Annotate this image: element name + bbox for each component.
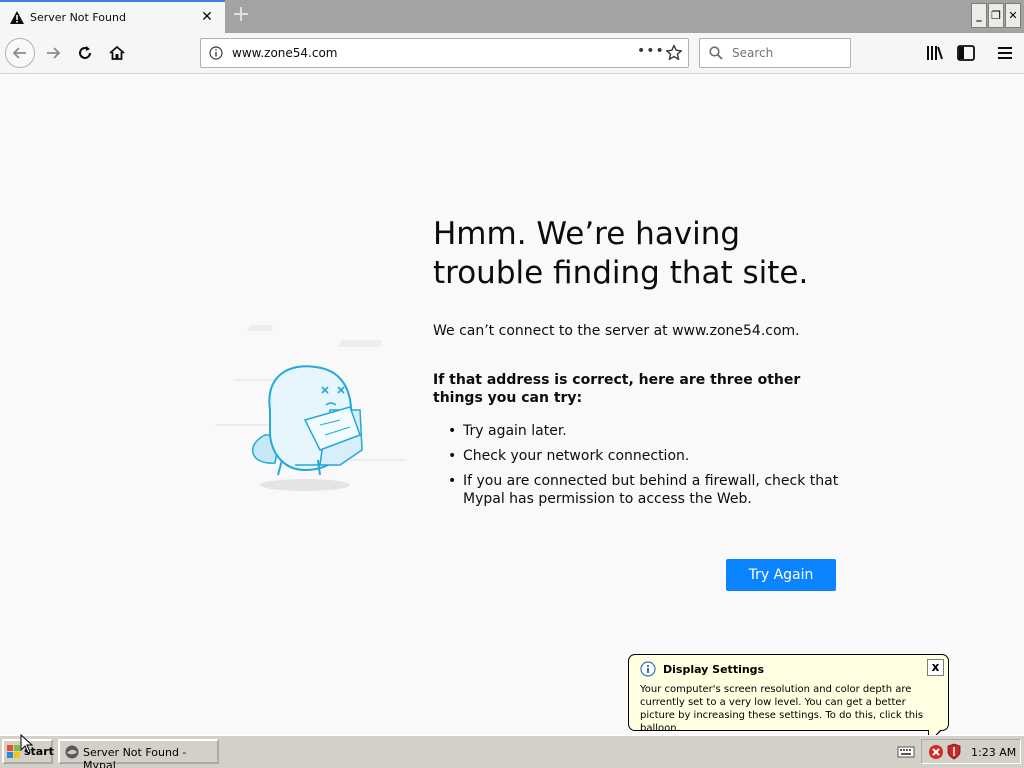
search-box[interactable]: Search	[699, 38, 851, 68]
balloon-title: Display Settings	[663, 663, 765, 676]
list-item: Try again later.	[448, 422, 848, 440]
system-tray: 1:23 AM	[921, 739, 1021, 764]
reload-icon	[79, 46, 91, 59]
minimize-button[interactable]: _	[971, 3, 987, 28]
library-icon[interactable]	[925, 43, 945, 63]
balloon-close-button[interactable]: x	[927, 659, 944, 676]
suggestions-list: Try again later. Check your network conn…	[448, 422, 848, 515]
error-description: We can’t connect to the server at www.zo…	[433, 323, 800, 339]
display-settings-balloon[interactable]: Display Settings x Your computer's scree…	[628, 654, 949, 744]
navigation-toolbar: www.zone54.com ••• Search	[0, 33, 1024, 74]
back-button[interactable]	[5, 38, 35, 68]
balloon-text[interactable]: Your computer's screen resolution and co…	[640, 683, 940, 735]
forward-button[interactable]	[39, 39, 67, 67]
page-actions-icon[interactable]: •••	[637, 43, 665, 59]
taskbar-item-label: Server Not Found - Mypal	[83, 746, 187, 768]
error-page: Hmm. We’re having trouble finding that s…	[0, 75, 1024, 735]
mouse-cursor-icon	[20, 734, 34, 754]
back-arrow-icon	[12, 47, 26, 59]
taskbar: start Server Not Found - Mypal 1:23 AM	[0, 735, 1024, 768]
sidebar-icon[interactable]	[956, 43, 976, 63]
home-button[interactable]	[103, 39, 131, 67]
search-icon	[709, 46, 723, 60]
info-icon	[640, 661, 656, 677]
close-button[interactable]: ✕	[1005, 3, 1021, 28]
clock: 1:23 AM	[971, 746, 1017, 759]
home-icon	[109, 45, 125, 60]
forward-arrow-icon	[47, 47, 61, 59]
tab-title: Server Not Found	[30, 11, 126, 24]
search-placeholder: Search	[732, 46, 774, 60]
suggestions-heading: If that address is correct, here are thr…	[433, 372, 801, 406]
browser-tab[interactable]: Server Not Found ✕	[0, 0, 225, 33]
list-item: If you are connected but behind a firewa…	[448, 472, 848, 508]
tab-close-icon[interactable]: ✕	[199, 9, 215, 25]
keyboard-icon[interactable]	[897, 745, 915, 759]
taskbar-item-mypal[interactable]: Server Not Found - Mypal	[58, 739, 219, 768]
warning-icon	[10, 11, 24, 24]
url-text[interactable]: www.zone54.com	[232, 46, 338, 60]
dinosaur-illustration-icon	[215, 325, 405, 491]
list-item: Check your network connection.	[448, 447, 848, 465]
mypal-app-icon	[65, 745, 79, 759]
tab-strip: Server Not Found ✕ + _ ❐ ✕	[0, 0, 1024, 33]
new-tab-icon[interactable]: +	[229, 4, 253, 28]
info-icon[interactable]	[209, 46, 223, 60]
menu-icon[interactable]	[995, 43, 1015, 63]
try-again-button[interactable]: Try Again	[726, 559, 836, 591]
error-title: Hmm. We’re having trouble finding that s…	[433, 216, 809, 291]
security-alert-icon[interactable]	[928, 744, 944, 760]
shield-icon[interactable]	[946, 743, 962, 760]
url-bar[interactable]: www.zone54.com •••	[200, 38, 689, 68]
bookmark-star-icon[interactable]	[665, 44, 683, 62]
reload-button[interactable]	[71, 39, 99, 67]
window-controls: _ ❐ ✕	[971, 3, 1021, 28]
restore-button[interactable]: ❐	[988, 3, 1004, 28]
